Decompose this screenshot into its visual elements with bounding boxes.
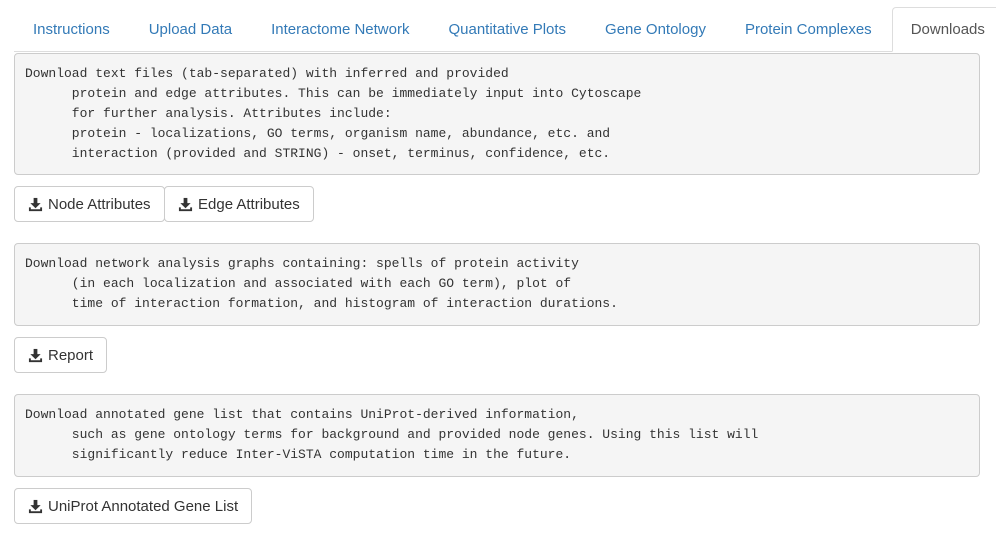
tab-quantitative-plots[interactable]: Quantitative Plots <box>429 7 585 51</box>
download-icon <box>28 197 43 211</box>
download-icon <box>28 348 43 362</box>
download-icon <box>28 499 43 513</box>
tab-downloads[interactable]: Downloads <box>891 7 996 52</box>
edge-attributes-label: Edge Attributes <box>198 195 300 213</box>
report-description: Download network analysis graphs contain… <box>14 243 980 326</box>
uniprot-gene-list-button[interactable]: UniProt Annotated Gene List <box>14 488 253 524</box>
gene-list-description: Download annotated gene list that contai… <box>14 394 980 477</box>
report-button[interactable]: Report <box>14 337 108 373</box>
report-label: Report <box>48 346 94 364</box>
tab-instructions[interactable]: Instructions <box>14 7 129 51</box>
node-attributes-label: Node Attributes <box>48 195 151 213</box>
tab-interactome-network[interactable]: Interactome Network <box>252 7 428 51</box>
tab-protein-complexes[interactable]: Protein Complexes <box>726 7 891 51</box>
node-attributes-button[interactable]: Node Attributes <box>14 186 165 222</box>
tab-gene-ontology[interactable]: Gene Ontology <box>586 7 725 51</box>
uniprot-gene-list-label: UniProt Annotated Gene List <box>48 497 239 515</box>
attributes-description: Download text files (tab-separated) with… <box>14 53 980 175</box>
download-icon <box>178 197 193 211</box>
edge-attributes-button[interactable]: Edge Attributes <box>164 186 314 222</box>
tab-upload-data[interactable]: Upload Data <box>130 7 251 51</box>
tab-bar: Instructions Upload Data Interactome Net… <box>14 7 996 52</box>
